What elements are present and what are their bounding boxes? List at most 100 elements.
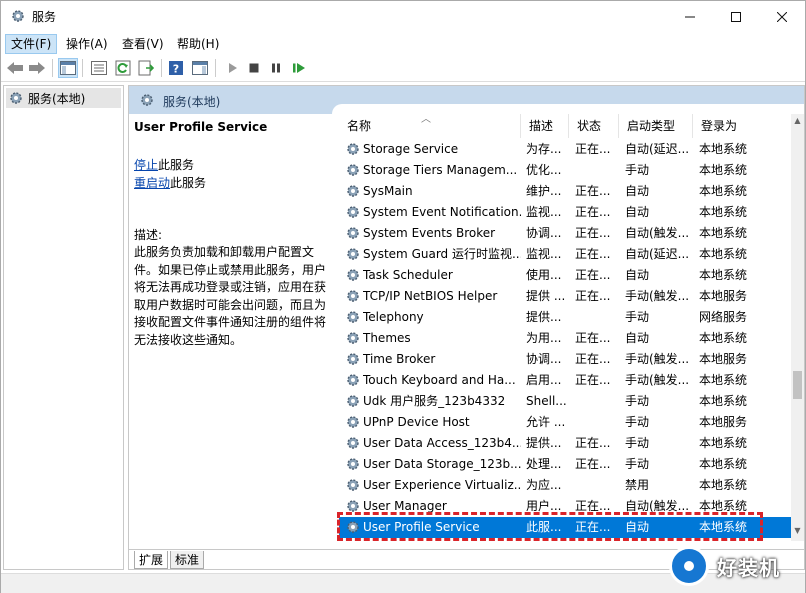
tab-standard[interactable]: 标准 <box>170 551 205 569</box>
table-row[interactable]: Udk 用户服务_123b4332 Shell... 手动 本地系统 <box>339 391 791 412</box>
table-row[interactable]: Touch Keyboard and Ha... 启用... 正在... 手动(触发.… <box>339 370 791 391</box>
cell-logon-as: 网络服务 <box>699 310 748 324</box>
gear-icon <box>347 416 359 428</box>
maximize-icon <box>731 11 741 22</box>
gear-icon <box>347 248 359 260</box>
cell-logon-as: 本地系统 <box>699 538 759 541</box>
services-list: ︿ 名称 描述 状态 启动类型 登录为 Storage Service 为存...… <box>339 114 791 541</box>
cell-startup-type: 自动 <box>625 184 650 198</box>
column-header-status[interactable]: 状态 <box>569 114 619 138</box>
gear-icon <box>347 143 359 155</box>
pause-service-button[interactable] <box>266 58 286 78</box>
scroll-up-icon[interactable]: ▲ <box>792 116 803 128</box>
column-header-startup-type[interactable]: 启动类型 <box>619 114 693 138</box>
show-action-pane-button[interactable] <box>190 58 210 78</box>
cell-description: 使用... <box>526 268 562 282</box>
gear-icon <box>347 227 359 239</box>
show-tree-button[interactable] <box>58 58 78 78</box>
vertical-scrollbar[interactable]: ▲ ▼ <box>791 114 804 541</box>
help-icon: ? <box>169 61 183 76</box>
help-button[interactable]: ? <box>166 58 186 78</box>
table-row-selected[interactable]: User Profile Service 此服... 正在... 自动 本地系统 <box>339 517 791 538</box>
minimize-button[interactable] <box>667 1 713 32</box>
menu-file[interactable]: 文件(F) <box>5 34 58 54</box>
cell-name: User Manager <box>363 499 447 513</box>
refresh-button[interactable] <box>113 58 133 78</box>
cell-description: 处理... <box>526 457 562 471</box>
column-header-logon-as[interactable]: 登录为 <box>693 114 763 138</box>
table-row[interactable]: SysMain 维护... 正在... 自动 本地系统 <box>339 181 791 202</box>
gear-icon <box>347 353 359 365</box>
title-bar: 服务 <box>1 1 805 32</box>
start-service-button[interactable] <box>222 58 242 78</box>
table-row[interactable]: Themes 为用... 正在... 自动 本地系统 <box>339 328 791 349</box>
gear-icon <box>347 290 359 302</box>
table-row[interactable]: Telephony 提供... 手动 网络服务 <box>339 307 791 328</box>
watermark-logo-icon <box>669 546 709 586</box>
table-row[interactable]: System Events Broker 协调... 正在... 自动(触发... 本地… <box>339 223 791 244</box>
close-button[interactable] <box>759 1 805 32</box>
stop-icon <box>249 63 259 73</box>
table-row[interactable]: User Manager 用户... 正在... 自动(触发... 本地系统 <box>339 496 791 517</box>
back-button[interactable] <box>5 58 25 78</box>
scrollbar-thumb[interactable] <box>793 371 802 399</box>
table-row[interactable]: Storage Tiers Managem... 优化... 手动 本地系统 <box>339 160 791 181</box>
table-row[interactable]: System Event Notification... 监视... 正在... 自动… <box>339 202 791 223</box>
cell-logon-as: 本地系统 <box>699 331 748 345</box>
cell-logon-as: 本地系统 <box>699 478 748 492</box>
table-row[interactable]: User Experience Virtualiz... 为应... 禁用 本地系统 <box>339 475 791 496</box>
toolbar-separator <box>215 59 216 77</box>
table-row[interactable]: User Data Access_123b4... 提供... 正在... 手动 本地系… <box>339 433 791 454</box>
cell-startup-type: 手动 <box>625 415 650 429</box>
column-header-description[interactable]: 描述 <box>521 114 569 138</box>
cell-name: Themes <box>363 331 411 345</box>
cell-status: 正在... <box>575 289 611 303</box>
cell-logon-as: 本地系统 <box>699 247 748 261</box>
scroll-down-icon[interactable]: ▼ <box>792 526 803 538</box>
table-row[interactable]: Virtual Disk 提供... 手动 本地系统 <box>339 538 791 541</box>
cell-name: UPnP Device Host <box>363 415 470 429</box>
tree-item-label: 服务(本地) <box>28 91 86 106</box>
gear-icon <box>347 206 359 218</box>
cell-status: 正在... <box>575 457 611 471</box>
stop-service-button[interactable] <box>244 58 264 78</box>
cell-startup-type: 手动 <box>625 436 650 450</box>
menu-view[interactable]: 查看(V) <box>117 34 169 54</box>
cell-startup-type: 自动(延迟... <box>625 247 690 261</box>
properties-list-button[interactable] <box>89 58 109 78</box>
stop-service-link[interactable]: 停止 <box>134 158 158 172</box>
table-row[interactable]: Time Broker 协调... 正在... 手动(触发... 本地服务 <box>339 349 791 370</box>
restart-service-button[interactable] <box>289 58 309 78</box>
table-row[interactable]: Task Scheduler 使用... 正在... 自动 本地系统 <box>339 265 791 286</box>
column-header-name[interactable]: ︿ 名称 <box>339 114 521 138</box>
menu-action[interactable]: 操作(A) <box>61 34 113 54</box>
export-icon <box>138 60 154 76</box>
export-list-button[interactable] <box>136 58 156 78</box>
forward-button[interactable] <box>27 58 47 78</box>
tab-extended[interactable]: 扩展 <box>134 551 169 569</box>
maximize-button[interactable] <box>713 1 759 32</box>
cell-startup-type: 手动(触发... <box>625 373 690 387</box>
table-row[interactable]: TCP/IP NetBIOS Helper 提供 ... 正在... 手动(触发...… <box>339 286 791 307</box>
cell-logon-as: 本地系统 <box>699 499 748 513</box>
cell-name: System Events Broker <box>363 226 496 240</box>
cell-startup-type: 手动(触发... <box>625 289 690 303</box>
cell-logon-as: 本地服务 <box>699 352 748 366</box>
gear-icon <box>347 479 359 491</box>
refresh-icon <box>115 60 131 76</box>
cell-startup-type: 自动 <box>625 331 650 345</box>
table-row[interactable]: Storage Service 为存... 正在... 自动(延迟... 本地系统 <box>339 139 791 160</box>
window-title: 服务 <box>32 10 57 24</box>
restart-service-link[interactable]: 重启动 <box>134 176 170 190</box>
menu-help[interactable]: 帮助(H) <box>172 34 224 54</box>
table-row[interactable]: User Data Storage_123b... 处理... 正在... 手动 本地系… <box>339 454 791 475</box>
service-title: User Profile Service <box>134 120 268 134</box>
gear-icon <box>347 269 359 281</box>
table-row[interactable]: System Guard 运行时监视... 监视... 正在... 自动(延迟... 本… <box>339 244 791 265</box>
cell-name: User Data Storage_123b... <box>363 457 521 471</box>
cell-description: 协调... <box>526 226 562 240</box>
tree-item-services-local[interactable]: 服务(本地) <box>6 88 121 108</box>
cell-name: User Profile Service <box>363 520 480 534</box>
table-row[interactable]: UPnP Device Host 允许 ... 手动 本地服务 <box>339 412 791 433</box>
cell-logon-as: 本地系统 <box>699 184 748 198</box>
